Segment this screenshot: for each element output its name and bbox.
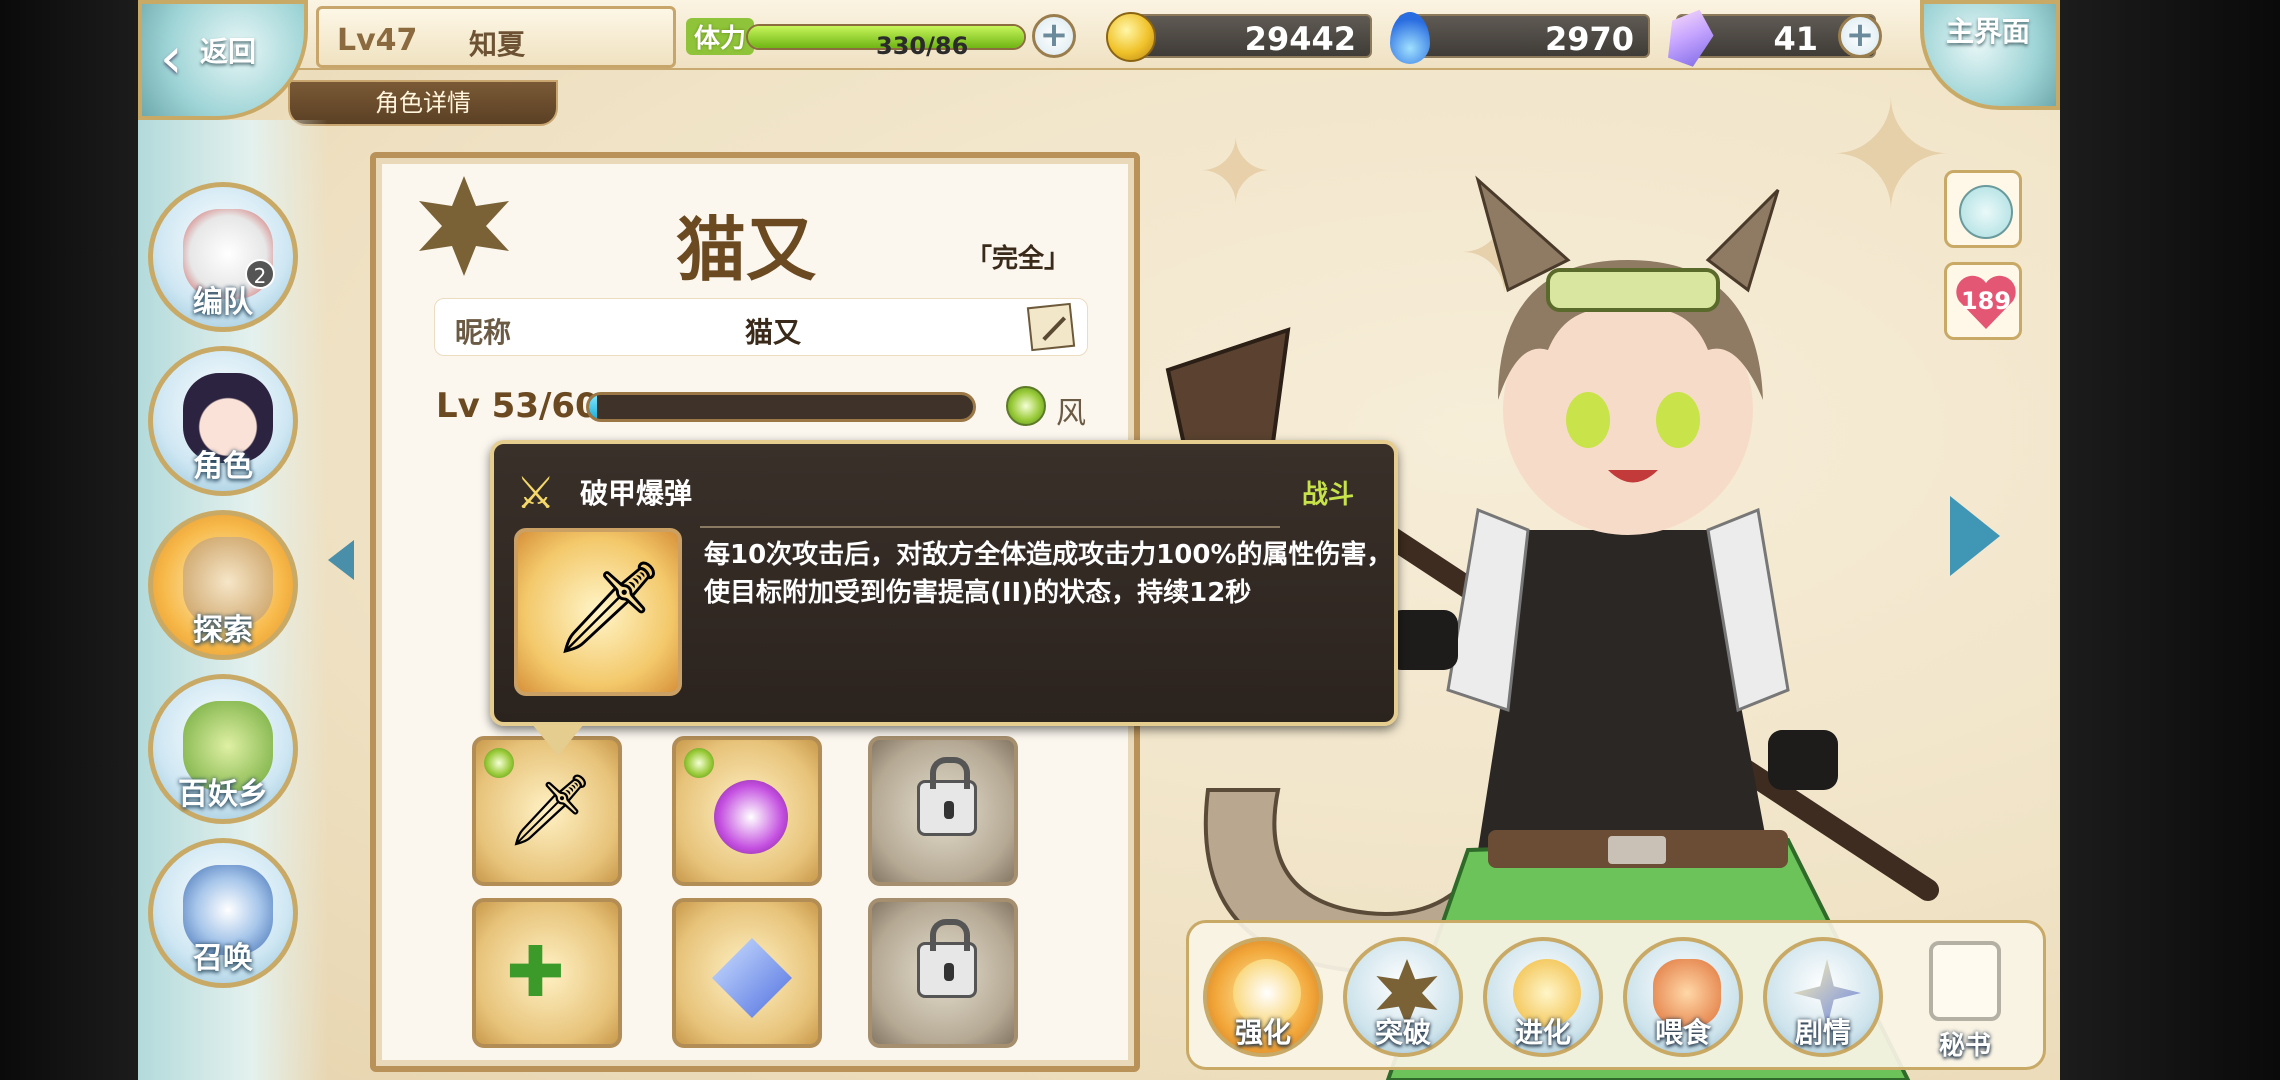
add-gems-button[interactable]: + (1838, 14, 1882, 58)
rarity-star-icon (419, 176, 509, 276)
nav-village-label: 百妖乡 (178, 777, 268, 812)
orb-skill-icon (714, 780, 788, 854)
home-label: 主界面 (1946, 15, 2031, 48)
nav-explore-label: 探索 (193, 613, 253, 648)
page-title-plate: 角色详情 (288, 80, 558, 126)
gem-icon (1660, 2, 1720, 70)
story-button[interactable]: 剧情 (1763, 937, 1883, 1057)
nav-village-button[interactable]: 百妖乡 (148, 674, 298, 824)
left-letterbox (0, 0, 138, 1080)
gold-value: 29442 (1244, 20, 1356, 58)
edit-nickname-icon[interactable] (1026, 302, 1076, 352)
skill-description: 每10次攻击后，对敌方全体造成攻击力100%的属性伤害， 使目标附加受到伤害提高… (704, 540, 1393, 608)
nickname-row: 昵称 猫又 (434, 298, 1088, 356)
character-form: 「完全」 (966, 244, 1071, 274)
nav-team-button[interactable]: 2 编队 (148, 182, 298, 332)
skill-tooltip: ⚔ 破甲爆弹 战斗 🗡 每10次攻击后，对敌方全体造成攻击力100%的属性伤害，… (490, 440, 1398, 726)
action-dock: 强化 突破 进化 喂食 剧情 秘书 (1186, 920, 2046, 1070)
breakthrough-button[interactable]: 突破 (1343, 937, 1463, 1057)
exp-bar (586, 392, 976, 422)
enhance-label: 强化 (1234, 1016, 1291, 1049)
stamina-label: 体力 (686, 18, 755, 55)
tooltip-pointer (532, 724, 584, 756)
secretary-label: 秘书 (1938, 1031, 1991, 1061)
secretary-button[interactable]: 秘书 (1915, 941, 2015, 1061)
add-stamina-button[interactable]: + (1032, 14, 1076, 58)
lock-icon (917, 757, 977, 836)
gem-value: 41 (1773, 20, 1818, 58)
skill-name: 破甲爆弹 (580, 477, 693, 510)
affection-button[interactable]: 189 (1944, 262, 2022, 340)
spirit-flame-icon (1390, 12, 1430, 64)
game-screen: ✦ ✦ ✦ Lv47 知夏 体力 (138, 0, 2060, 1080)
wind-element-icon (684, 748, 714, 778)
feed-button[interactable]: 喂食 (1623, 937, 1743, 1057)
nav-expand-icon[interactable] (328, 540, 354, 580)
exp-fill (589, 395, 597, 419)
character-level: Lv 53/60 (436, 386, 599, 426)
player-name: 知夏 (469, 28, 526, 61)
dagger-skill-icon: 🗡 (514, 528, 682, 696)
spirit-counter: 2970 (1390, 12, 1650, 64)
back-label: 返回 (200, 35, 257, 68)
nickname-label: 昵称 (455, 316, 512, 349)
top-bar: Lv47 知夏 体力 330/86 + 29442 2970 41 + (138, 0, 2060, 70)
story-label: 剧情 (1794, 1016, 1851, 1049)
skill-slot-locked-spear[interactable] (868, 736, 1018, 886)
back-button[interactable]: ‹ 返回 (138, 0, 308, 120)
player-info-plate: Lv47 知夏 (316, 6, 676, 68)
skill-slot-herb-bag[interactable]: ✚ (472, 898, 622, 1048)
skill-type: 战斗 (1301, 480, 1354, 510)
skill-slot-dagger[interactable]: 🗡 (472, 736, 622, 886)
affection-value: 189 (1960, 287, 2012, 315)
skill-slot-crystal[interactable] (672, 898, 822, 1048)
enhance-button[interactable]: 强化 (1203, 937, 1323, 1057)
evolve-label: 进化 (1514, 1016, 1571, 1049)
skill-slot-locked-whip[interactable] (868, 898, 1018, 1048)
gem-counter: 41 + (1676, 14, 1882, 58)
nav-summon-label: 召唤 (193, 941, 253, 976)
wind-element-icon (1006, 386, 1046, 426)
lock-icon (917, 919, 977, 998)
gold-coin-icon (1106, 12, 1156, 62)
dagger-skill-icon: 🗡 (506, 769, 595, 851)
nav-team-label: 编队 (193, 285, 253, 320)
side-nav: 2 编队 角色 探索 百妖乡 召唤 (138, 120, 328, 1080)
book-icon (1929, 941, 2001, 1021)
tooltip-divider (700, 526, 1280, 528)
right-letterbox (2060, 0, 2280, 1080)
herb-bag-skill-icon: ✚ (506, 931, 565, 1013)
feed-label: 喂食 (1654, 1016, 1711, 1049)
next-character-arrow-icon[interactable] (1950, 496, 2000, 576)
character-name: 猫又 (676, 208, 816, 291)
gold-counter: 29442 (1106, 12, 1372, 62)
spirit-value: 2970 (1544, 20, 1634, 58)
nickname-value: 猫又 (745, 316, 802, 349)
back-arrow-icon: ‹ (160, 26, 183, 91)
breakthrough-label: 突破 (1374, 1016, 1431, 1049)
nav-character-label: 角色 (193, 449, 253, 484)
element-label: 风 (1056, 396, 1086, 431)
skill-slot-orb[interactable] (672, 736, 822, 886)
crystal-skill-icon (712, 938, 792, 1018)
stamina-meter: 体力 330/86 + (686, 14, 1076, 60)
crossed-swords-icon: ⚔ (516, 468, 556, 519)
page-title: 角色详情 (375, 89, 471, 117)
nav-character-button[interactable]: 角色 (148, 346, 298, 496)
nav-explore-button[interactable]: 探索 (148, 510, 298, 660)
stamina-value: 330/86 (876, 32, 969, 60)
player-level: Lv47 (337, 23, 418, 58)
face-icon (1959, 185, 2013, 239)
nav-summon-button[interactable]: 召唤 (148, 838, 298, 988)
expression-button[interactable] (1944, 170, 2022, 248)
evolve-button[interactable]: 进化 (1483, 937, 1603, 1057)
